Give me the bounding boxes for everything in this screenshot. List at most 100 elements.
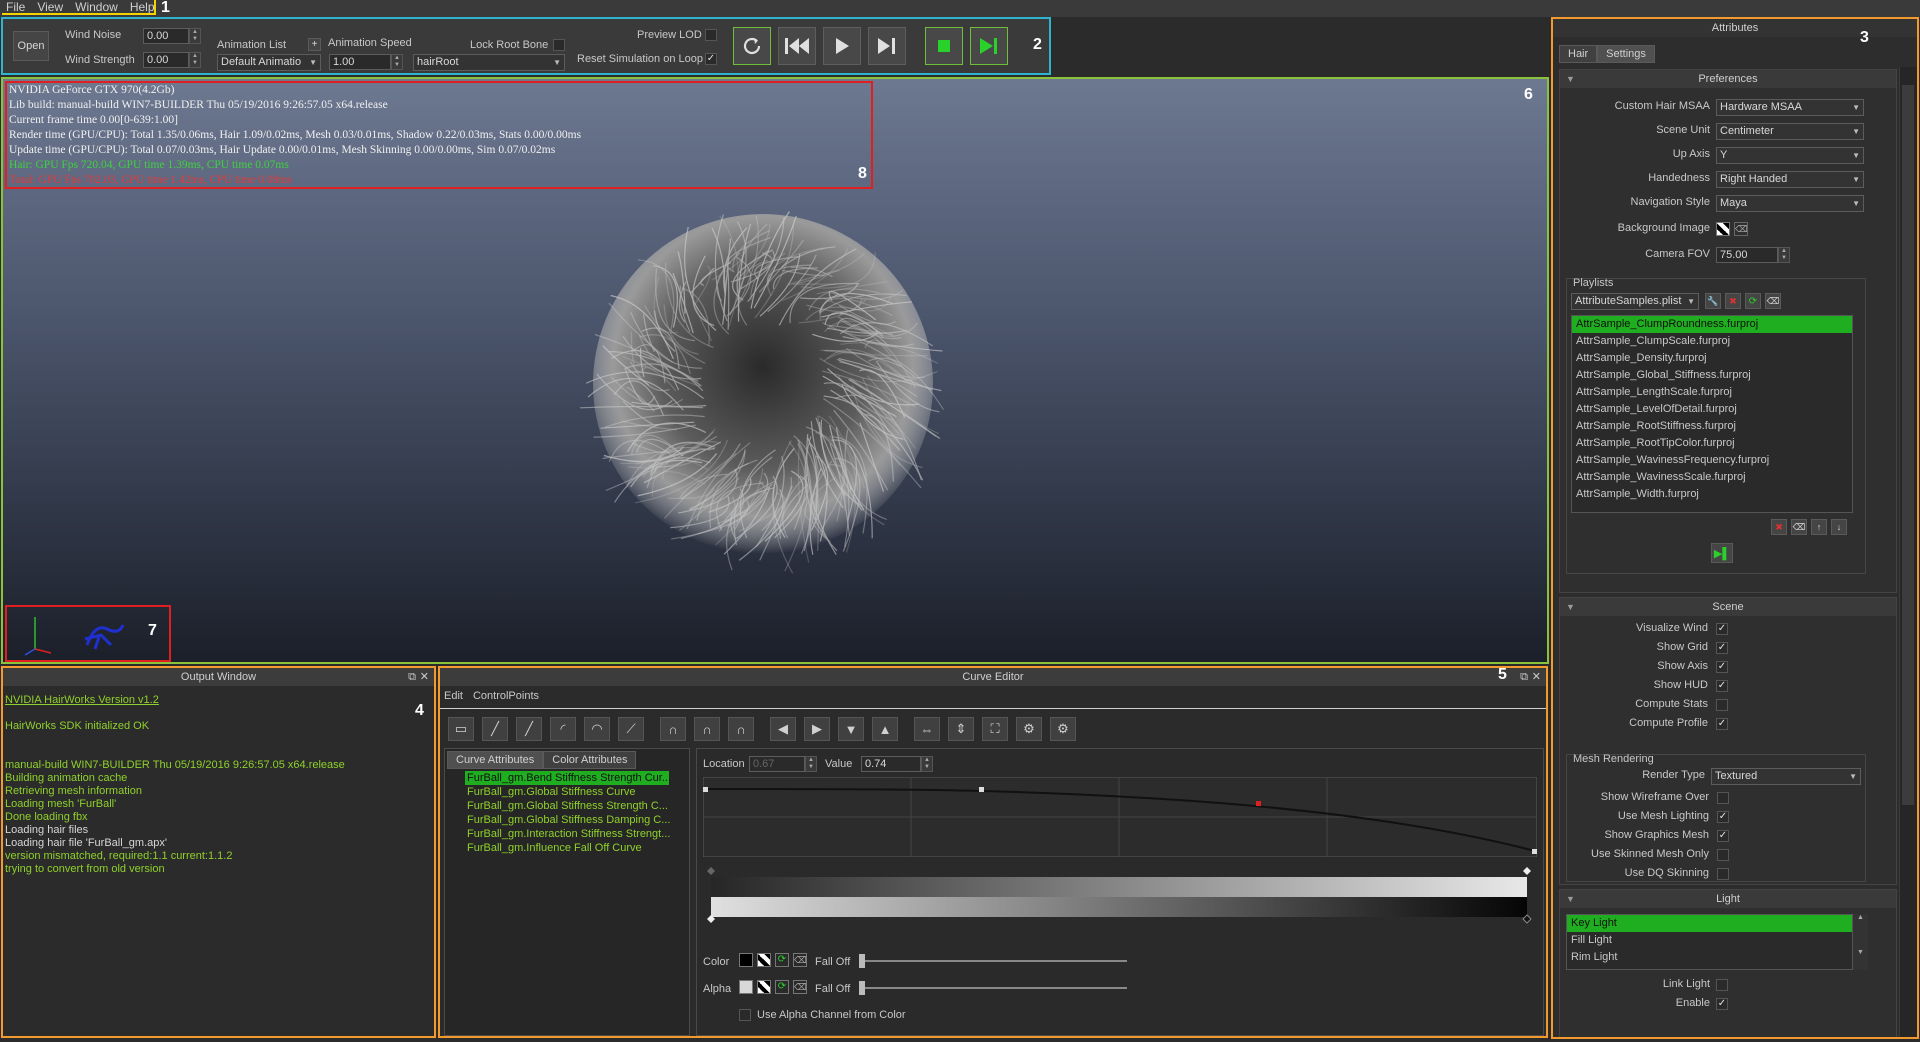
toggle-checkbox[interactable]: ✓ <box>1716 661 1728 673</box>
use-alpha-checkbox[interactable] <box>739 1009 751 1021</box>
magnet-icon[interactable]: ∩ <box>728 717 754 741</box>
toggle-checkbox[interactable] <box>1717 849 1729 861</box>
magnet-icon[interactable]: ∩ <box>660 717 686 741</box>
zoom-icon[interactable]: ⚙ <box>1016 717 1042 741</box>
light-header[interactable]: ▼ Light <box>1560 890 1896 908</box>
menu-window[interactable]: Window <box>75 0 118 14</box>
smooth-curve-icon[interactable]: ⟋ <box>618 717 644 741</box>
clear-icon[interactable]: ⌫ <box>793 980 807 994</box>
control-point[interactable] <box>703 787 708 792</box>
curve-list-item[interactable]: FurBall_gm.Global Stiffness Strength C..… <box>465 799 669 813</box>
wind-strength-spinner[interactable]: ▲ ▼ <box>189 52 201 68</box>
close-icon[interactable]: ✕ <box>420 668 429 686</box>
playlist-item[interactable]: AttrSample_Density.furproj <box>1572 350 1852 367</box>
curve-list-item[interactable]: FurBall_gm.Influence Fall Off Curve <box>465 841 669 855</box>
refresh-icon[interactable]: ⟳ <box>1745 293 1761 309</box>
texture-icon[interactable] <box>757 980 771 994</box>
root-bone-combo[interactable]: hairRoot ▼ <box>413 54 565 71</box>
playlist-item[interactable]: AttrSample_Width.furproj <box>1572 486 1852 503</box>
playlist-item[interactable]: AttrSample_ClumpScale.furproj <box>1572 333 1852 350</box>
delete-icon[interactable]: ✖ <box>1725 293 1741 309</box>
tab-hair[interactable]: Hair <box>1559 45 1598 63</box>
toggle-checkbox[interactable]: ✓ <box>1716 718 1728 730</box>
alpha-swatch[interactable] <box>739 980 753 994</box>
enable-checkbox[interactable]: ✓ <box>1716 998 1728 1010</box>
menu-help[interactable]: Help <box>130 0 155 14</box>
tab-settings[interactable]: Settings <box>1597 45 1655 63</box>
playlist-item[interactable]: AttrSample_RootStiffness.furproj <box>1572 418 1852 435</box>
fit-vertical-icon[interactable]: ⇕ <box>948 717 974 741</box>
clear-icon[interactable]: ⌫ <box>1765 293 1781 309</box>
play-playlist-button[interactable]: ▶▌ <box>1711 543 1733 563</box>
toggle-checkbox[interactable]: ✓ <box>1717 830 1729 842</box>
reset-sim-checkbox[interactable]: ✓ <box>705 53 717 65</box>
preference-combo[interactable]: Centimeter ▼ <box>1716 123 1864 140</box>
tab-curve-attributes[interactable]: Curve Attributes <box>447 751 544 769</box>
ease-curve-icon[interactable]: ◜ <box>550 717 576 741</box>
alpha-fall-off-handle[interactable] <box>859 981 865 995</box>
color-swatch[interactable] <box>739 953 753 967</box>
scrollbar-thumb[interactable] <box>1902 85 1914 805</box>
render-type-combo[interactable]: Textured ▼ <box>1711 768 1861 785</box>
control-point-selected[interactable] <box>1256 801 1261 806</box>
arrow-down-icon[interactable]: ▼ <box>838 717 864 741</box>
play-to-end-button[interactable] <box>970 27 1008 65</box>
add-animation-button[interactable]: + <box>308 38 321 51</box>
playlist-item[interactable]: AttrSample_LengthScale.furproj <box>1572 384 1852 401</box>
control-point[interactable] <box>1532 849 1537 854</box>
arrow-down-icon[interactable]: ↓ <box>1831 519 1847 535</box>
arrow-right-icon[interactable]: ▶ <box>804 717 830 741</box>
refresh-icon[interactable]: ⟳ <box>775 953 789 967</box>
ease-curve-icon[interactable]: ◠ <box>584 717 610 741</box>
preferences-header[interactable]: ▼ Preferences <box>1560 70 1896 88</box>
gradient-editor[interactable] <box>701 867 1541 927</box>
animation-speed-field[interactable]: 1.00 <box>329 54 391 70</box>
toggle-checkbox[interactable] <box>1717 792 1729 804</box>
reset-button[interactable] <box>733 27 771 65</box>
wind-noise-field[interactable]: 0.00 <box>143 28 189 44</box>
arrow-left-icon[interactable]: ◀ <box>770 717 796 741</box>
location-field[interactable]: 0.67 <box>749 756 805 772</box>
curve-graph[interactable] <box>703 777 1537 857</box>
wrench-icon[interactable]: 🔧 <box>1705 293 1721 309</box>
clear-icon[interactable]: ⌫ <box>1791 519 1807 535</box>
toggle-checkbox[interactable]: ✓ <box>1716 623 1728 635</box>
preview-lod-checkbox[interactable] <box>705 29 717 41</box>
clear-icon[interactable]: ⌫ <box>1734 222 1748 236</box>
playlist-item[interactable]: AttrSample_ClumpRoundness.furproj <box>1572 316 1852 333</box>
rewind-button[interactable] <box>778 27 816 65</box>
location-spinner[interactable]: ▲ ▼ <box>805 756 817 772</box>
camera-fov-field[interactable]: 75.00 <box>1716 247 1778 263</box>
light-item-key[interactable]: Key Light <box>1567 915 1867 932</box>
attributes-scrollbar[interactable] <box>1899 67 1917 1037</box>
light-item-rim[interactable]: Rim Light <box>1567 949 1867 966</box>
tab-color-attributes[interactable]: Color Attributes <box>543 751 637 769</box>
remove-icon[interactable]: ✖ <box>1771 519 1787 535</box>
curve-list-item[interactable]: FurBall_gm.Bend Stiffness Strength Cur..… <box>465 771 671 785</box>
value-spinner[interactable]: ▲ ▼ <box>921 756 933 772</box>
playlist-item[interactable]: AttrSample_WavinessScale.furproj <box>1572 469 1852 486</box>
open-button[interactable]: Open <box>13 31 49 61</box>
wind-noise-spinner[interactable]: ▲ ▼ <box>189 28 201 44</box>
playlist-item[interactable]: AttrSample_LevelOfDetail.furproj <box>1572 401 1852 418</box>
value-field[interactable]: 0.74 <box>861 756 921 772</box>
refresh-icon[interactable]: ⟳ <box>775 980 789 994</box>
preference-combo[interactable]: Y ▼ <box>1716 147 1864 164</box>
animation-list-combo[interactable]: Default Animatio ▼ <box>217 54 321 71</box>
camera-fov-spinner[interactable]: ▲ ▼ <box>1778 247 1790 263</box>
preference-combo[interactable]: Hardware MSAA ▼ <box>1716 99 1864 116</box>
stop-button[interactable] <box>925 27 963 65</box>
play-button[interactable] <box>823 27 861 65</box>
wind-strength-field[interactable]: 0.00 <box>143 52 189 68</box>
flat-curve-icon[interactable]: ▭ <box>448 717 474 741</box>
color-fall-off-handle[interactable] <box>859 954 865 968</box>
arrow-up-icon[interactable]: ↑ <box>1811 519 1827 535</box>
toggle-checkbox[interactable]: ✓ <box>1716 642 1728 654</box>
curve-list-item[interactable]: FurBall_gm.Interaction Stiffness Strengt… <box>465 827 670 841</box>
menu-edit[interactable]: Edit <box>444 690 463 702</box>
texture-icon[interactable] <box>1716 222 1730 236</box>
arrow-up-icon[interactable]: ▲ <box>872 717 898 741</box>
playlist-item[interactable]: AttrSample_Global_Stiffness.furproj <box>1572 367 1852 384</box>
preference-combo[interactable]: Right Handed ▼ <box>1716 171 1864 188</box>
light-list-scrollbar[interactable]: ▲ ▼ <box>1852 914 1868 970</box>
